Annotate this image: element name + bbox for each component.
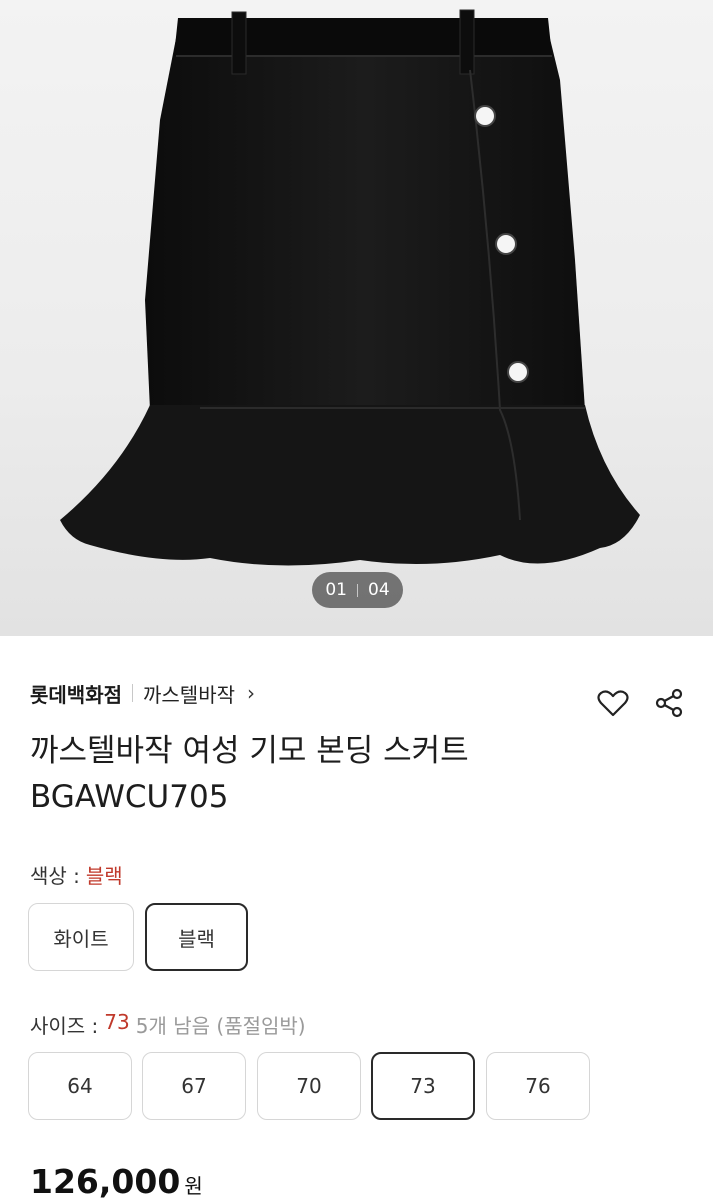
brand-name: 까스텔바작	[143, 682, 235, 707]
skirt-image	[60, 9, 640, 566]
pager-current: 01	[325, 580, 347, 600]
size-chip-73[interactable]: 73	[371, 1052, 475, 1120]
size-selected-value: 73	[104, 1010, 130, 1034]
color-option-label: 색상 : 블랙	[30, 860, 123, 889]
price-unit: 원	[184, 1174, 203, 1198]
price-amount: 126,000	[30, 1162, 181, 1200]
pager-divider	[357, 583, 358, 597]
product-title: 까스텔바작 여성 기모 본딩 스커트 BGAWCU705	[30, 733, 469, 815]
color-chip-black[interactable]: 블랙	[145, 903, 248, 971]
color-selected-value: 블랙	[85, 864, 123, 888]
chevron-right-icon: ›	[247, 681, 255, 705]
size-label: 사이즈 :	[30, 1014, 99, 1038]
size-option-label: 사이즈 : 73 5개 남음 (품절임박)	[30, 1010, 306, 1039]
brand-link[interactable]: 까스텔바작 ›	[143, 679, 255, 708]
size-chip-64[interactable]: 64	[28, 1052, 132, 1120]
store-breadcrumb: 롯데백화점 까스텔바작 ›	[30, 678, 255, 708]
pager-total: 04	[368, 580, 390, 600]
heart-icon[interactable]	[596, 686, 630, 720]
size-chip-67[interactable]: 67	[142, 1052, 246, 1120]
store-name: 롯데백화점	[30, 682, 122, 707]
size-chip-76[interactable]: 76	[486, 1052, 590, 1120]
product-image-gallery[interactable]: 01 04	[0, 0, 713, 636]
color-chip-white[interactable]: 화이트	[28, 903, 134, 971]
color-label: 색상 :	[30, 864, 80, 888]
image-pager: 01 04	[312, 572, 403, 608]
size-chip-70[interactable]: 70	[257, 1052, 361, 1120]
divider	[132, 684, 133, 702]
price: 126,000 원	[30, 1162, 203, 1200]
share-icon[interactable]	[652, 686, 686, 720]
action-icons	[596, 686, 686, 720]
stock-note: 5개 남음 (품절임박)	[135, 1014, 306, 1038]
